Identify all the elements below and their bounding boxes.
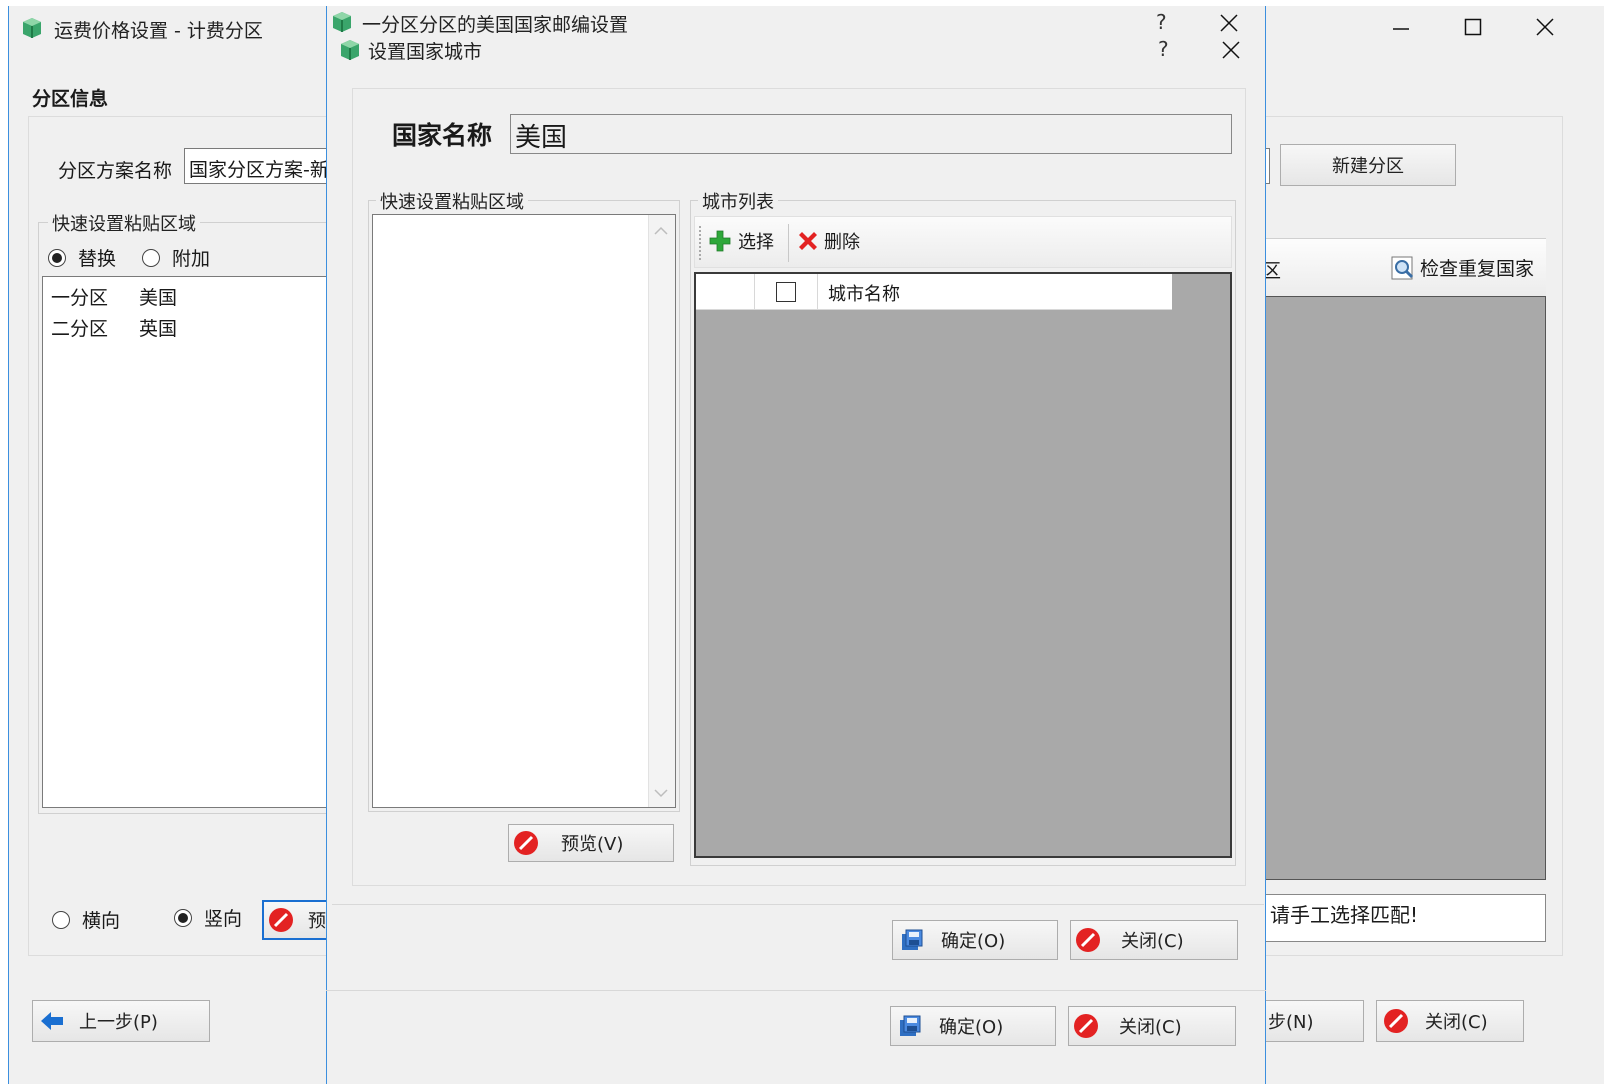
mid-footer-divider <box>326 990 1266 991</box>
scheme-input-value: 国家分区方案-新 <box>189 159 329 181</box>
main-close-bottom-label: 关闭(C) <box>1425 1012 1488 1033</box>
city-list-group-label: 城市列表 <box>698 188 778 214</box>
app-icon <box>333 12 351 32</box>
radio-replace-dot <box>48 248 66 267</box>
main-paste-group-label: 快速设置粘贴区域 <box>48 210 200 236</box>
delete-button[interactable]: 删除 <box>796 228 860 254</box>
new-zone-button[interactable]: 新建分区 <box>1280 144 1456 186</box>
city-close-button[interactable] <box>1216 35 1246 65</box>
next-button[interactable]: 步(N) <box>1264 1000 1364 1042</box>
select-all-cell <box>755 274 818 309</box>
magnifier-icon <box>1391 256 1414 279</box>
chevron-up-icon[interactable] <box>653 224 669 238</box>
delete-button-label: 删除 <box>824 232 860 253</box>
hint-box: 请手工选择匹配! <box>1264 894 1546 942</box>
mid-ok-button[interactable]: 确定(O) <box>890 1006 1056 1046</box>
toolbar-separator <box>788 224 789 262</box>
city-grid-header: 城市名称 <box>696 274 1172 310</box>
hint-text: 请手工选择匹配! <box>1270 903 1419 927</box>
add-icon <box>709 230 731 252</box>
minimize-icon <box>1393 28 1409 30</box>
next-button-label: 步(N) <box>1268 1012 1314 1033</box>
close-icon <box>1222 41 1240 59</box>
radio-replace-label: 替换 <box>78 248 117 270</box>
toolbar-grip <box>699 226 702 260</box>
chevron-down-icon[interactable] <box>653 786 669 800</box>
scrollbar[interactable] <box>648 215 675 807</box>
check-duplicate-label: 检查重复国家 <box>1420 258 1535 280</box>
maximize-icon <box>1464 18 1482 36</box>
list-item: 一分区 美国 <box>51 287 178 309</box>
radio-horizontal[interactable]: 横向 <box>52 906 120 933</box>
city-ok-label: 确定(O) <box>941 931 1006 952</box>
select-all-checkbox[interactable] <box>776 281 796 302</box>
country-name-value: 美国 <box>515 123 568 153</box>
stop-icon <box>269 908 293 932</box>
country-name-input[interactable]: 美国 <box>510 114 1232 154</box>
row-header-cell <box>696 274 755 309</box>
mid-dialog-title: 一分区分区的美国国家邮编设置 <box>362 14 629 36</box>
mid-ok-label: 确定(O) <box>939 1017 1004 1038</box>
save-icon <box>902 929 923 950</box>
maximize-button[interactable] <box>1458 12 1488 42</box>
main-paste-textarea[interactable]: 一分区 美国 二分区 英国 <box>42 276 332 808</box>
column-header-city-name[interactable]: 城市名称 <box>818 274 910 309</box>
radio-append-label: 附加 <box>172 248 211 270</box>
city-ok-button[interactable]: 确定(O) <box>892 920 1058 960</box>
city-footer-divider <box>332 904 1264 905</box>
main-close-button[interactable] <box>1530 12 1560 42</box>
minimize-button[interactable] <box>1386 14 1416 44</box>
city-close-bottom-label: 关闭(C) <box>1121 931 1184 952</box>
prev-button[interactable]: 上一步(P) <box>32 1000 210 1042</box>
select-button[interactable]: 选择 <box>708 228 774 254</box>
arrow-left-icon <box>41 1012 63 1030</box>
radio-vertical-label: 竖向 <box>204 908 243 930</box>
prev-button-label: 上一步(P) <box>79 1012 158 1033</box>
city-paste-group-label: 快速设置粘贴区域 <box>376 188 528 214</box>
radio-append-dot <box>142 248 160 267</box>
mid-close-bottom-label: 关闭(C) <box>1119 1017 1182 1038</box>
mid-close-bottom-button[interactable]: 关闭(C) <box>1068 1006 1236 1046</box>
section-title: 分区信息 <box>32 88 109 110</box>
city-grid[interactable] <box>694 272 1232 858</box>
stop-icon <box>1074 1014 1098 1038</box>
stop-icon <box>514 831 538 855</box>
new-zone-label: 新建分区 <box>1332 156 1404 177</box>
delete-icon <box>799 232 817 250</box>
radio-append[interactable]: 附加 <box>142 244 210 271</box>
city-help-button[interactable]: ? <box>1158 37 1169 61</box>
main-preview-label: 预 <box>308 911 326 932</box>
select-button-label: 选择 <box>738 232 774 253</box>
radio-vertical-dot <box>174 908 192 927</box>
list-item: 二分区 英国 <box>51 318 178 340</box>
preview-button[interactable]: 预览(V) <box>508 824 674 862</box>
preview-button-label: 预览(V) <box>561 834 624 855</box>
radio-horizontal-label: 横向 <box>82 910 121 932</box>
close-icon <box>1220 14 1238 32</box>
zone-grid[interactable] <box>1264 296 1546 880</box>
app-icon <box>23 18 41 38</box>
stop-icon <box>1384 1009 1408 1033</box>
mid-help-button[interactable]: ? <box>1156 10 1167 34</box>
city-dialog-title: 设置国家城市 <box>368 41 483 63</box>
scheme-label: 分区方案名称 <box>58 160 173 182</box>
close-icon <box>1536 18 1554 36</box>
city-paste-textarea[interactable] <box>372 214 676 808</box>
city-toolbar <box>694 216 1232 268</box>
app-icon <box>341 40 359 60</box>
check-duplicate-button[interactable]: 检查重复国家 <box>1390 254 1534 281</box>
radio-replace[interactable]: 替换 <box>48 244 116 271</box>
country-name-label: 国家名称 <box>392 121 493 150</box>
main-window-title: 运费价格设置 - 计费分区 <box>54 20 263 42</box>
radio-vertical[interactable]: 竖向 <box>174 904 242 931</box>
main-close-bottom-button[interactable]: 关闭(C) <box>1376 1000 1524 1042</box>
save-icon <box>900 1015 921 1036</box>
radio-horizontal-dot <box>52 910 70 929</box>
stop-icon <box>1076 928 1100 952</box>
scheme-input[interactable]: 国家分区方案-新 <box>184 148 344 184</box>
city-close-bottom-button[interactable]: 关闭(C) <box>1070 920 1238 960</box>
